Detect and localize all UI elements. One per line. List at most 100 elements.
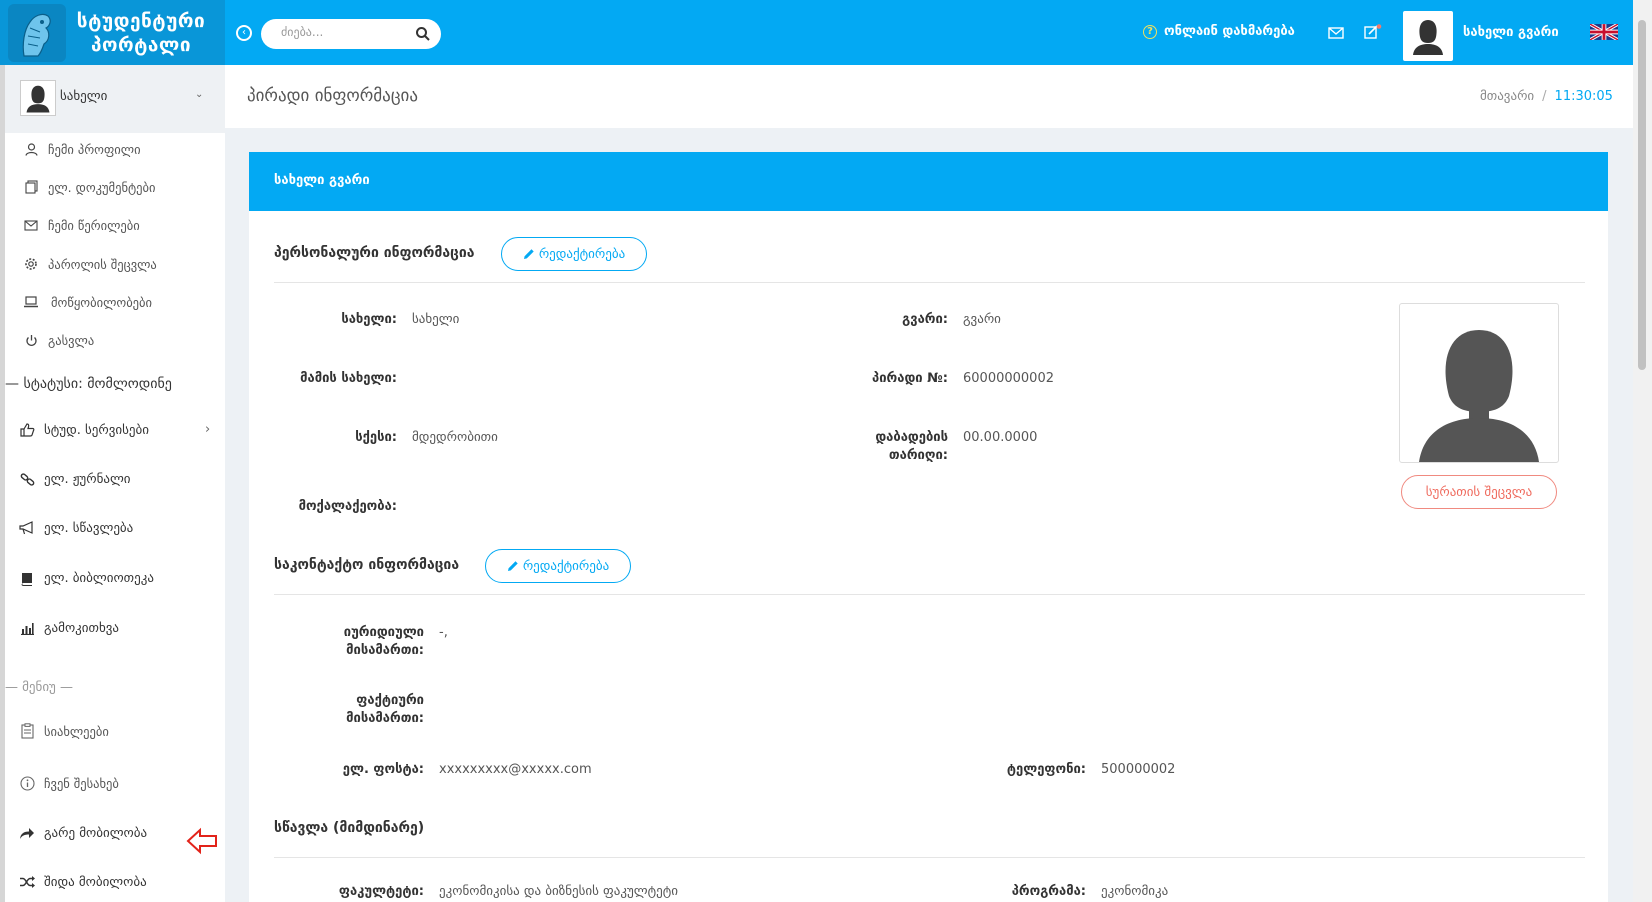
sidebar-item-my-profile[interactable]: ჩემი პროფილი — [23, 141, 141, 157]
legal-address-label-line2: მისამართი: — [346, 643, 424, 658]
edit-notes-icon[interactable] — [1364, 24, 1382, 40]
sidebar-item-messages[interactable]: ჩემი წერილები — [23, 217, 140, 233]
citizenship-label: მოქალაქეობა: — [298, 499, 397, 514]
portal-title-line2: პორტალი — [90, 33, 192, 56]
chevron-right-icon[interactable]: › — [205, 422, 210, 437]
user-icon — [23, 141, 39, 157]
avatar[interactable] — [1403, 11, 1453, 61]
online-help-link[interactable]: ? ონლაინ დახმარება — [1143, 24, 1295, 39]
envelope-icon[interactable] — [1328, 26, 1344, 40]
actual-address-label-line1: ფაქტიური — [356, 693, 424, 708]
sidebar-item-label: ელ. ჟურნალი — [44, 471, 131, 487]
sidebar-item-survey[interactable]: გამოკითხვა — [19, 620, 119, 636]
info-icon — [19, 775, 35, 791]
breadcrumb: მთავარი / 11:30:05 — [1480, 89, 1613, 104]
bar-chart-icon — [19, 620, 35, 636]
sidebar-user-card[interactable]: სახელი ⌄ — [5, 65, 225, 133]
divider — [274, 282, 1585, 283]
birth-date-label-line1: დაბადების — [875, 430, 948, 445]
sidebar-item-label: ჩემი წერილები — [48, 217, 140, 233]
shuffle-icon — [19, 874, 35, 890]
sidebar-item-e-journal[interactable]: ელ. ჟურნალი — [19, 471, 131, 487]
sidebar-item-label: ჩემი პროფილი — [48, 141, 141, 157]
sidebar-item-devices[interactable]: მოწყობილობები — [23, 294, 152, 310]
sidebar-item-external-mobility[interactable]: გარე მობილობა — [19, 825, 147, 841]
profile-photo — [1399, 303, 1559, 463]
sidebar-item-label: ელ. სწავლება — [44, 520, 134, 536]
faculty-label: ფაკულტეტი: — [338, 884, 424, 899]
search-icon[interactable] — [415, 26, 431, 42]
sidebar-toggle-icon[interactable]: ‹ — [236, 25, 252, 41]
page-header — [225, 65, 1633, 128]
sidebar-item-student-services[interactable]: სტუდ. სერვისები — [19, 422, 149, 438]
father-name-label: მამის სახელი: — [300, 371, 397, 386]
user-silhouette-icon — [1413, 20, 1443, 55]
first-name-label: სახელი: — [341, 312, 397, 327]
page-scrollbar[interactable] — [1633, 0, 1652, 902]
email-value: xxxxxxxxx@xxxxx.com — [439, 762, 592, 777]
edit-contact-button[interactable]: რედაქტირება — [485, 549, 631, 583]
scrollbar-thumb[interactable] — [1638, 20, 1646, 370]
sidebar-item-news[interactable]: სიახლეები — [19, 723, 109, 739]
sidebar-item-label: გარე მობილობა — [44, 825, 148, 841]
sidebar-item-internal-mobility[interactable]: შიდა მობილობა — [19, 874, 147, 890]
sidebar-item-e-learning[interactable]: ელ. სწავლება — [19, 520, 133, 536]
sidebar-item-about-us[interactable]: ჩვენ შესახებ — [19, 775, 119, 791]
sidebar-item-label: პაროლის შეცვლა — [48, 256, 157, 272]
personal-info-title: პერსონალური ინფორმაცია — [274, 245, 475, 261]
personal-number-label: პირადი №: — [872, 371, 948, 386]
thumbs-up-icon — [19, 422, 35, 438]
user-silhouette-icon — [26, 85, 50, 113]
portal-logo[interactable]: სტუდენტური პორტალი — [0, 0, 225, 65]
last-name-value: გვარი — [963, 312, 1001, 327]
email-label: ელ. ფოსტა: — [342, 762, 424, 777]
sidebar-item-label: სტუდ. სერვისები — [44, 422, 149, 438]
breadcrumb-home[interactable]: მთავარი — [1480, 89, 1534, 104]
edit-personal-button[interactable]: რედაქტირება — [501, 237, 647, 271]
question-icon: ? — [1143, 24, 1157, 39]
link-icon — [19, 471, 35, 487]
top-navbar: სტუდენტური პორტალი ‹ ? ონლაინ დახმარება … — [0, 0, 1633, 65]
birth-date-label-line2: თარიღი: — [888, 448, 948, 463]
user-silhouette-icon — [1419, 330, 1539, 462]
sidebar-item-label: ელ. ბიბლიოთეკა — [44, 570, 154, 586]
sidebar-item-e-library[interactable]: ელ. ბიბლიოთეკა — [19, 570, 154, 586]
sidebar-item-change-password[interactable]: პაროლის შეცვლა — [23, 256, 157, 272]
sidebar-item-label: გამოკითხვა — [44, 620, 119, 636]
share-icon — [19, 825, 35, 841]
divider — [274, 857, 1585, 858]
pencil-icon — [507, 561, 518, 571]
gear-icon — [23, 256, 39, 272]
divider — [274, 594, 1585, 595]
header-user-name[interactable]: სახელი გვარი — [1463, 25, 1559, 40]
sidebar-item-label: ჩვენ შესახებ — [44, 775, 119, 791]
sidebar-item-logout[interactable]: გასვლა — [23, 332, 94, 348]
english-flag-icon[interactable] — [1590, 24, 1618, 40]
search-input[interactable] — [281, 25, 411, 39]
sidebar-item-documents[interactable]: ელ. დოკუმენტები — [23, 179, 155, 195]
legal-address-value: -, — [439, 625, 448, 640]
gender-label: სქესი: — [355, 430, 397, 445]
sidebar-item-label: სიახლეები — [44, 723, 109, 739]
edit-personal-label: რედაქტირება — [538, 246, 626, 262]
personal-number-value: 60000000002 — [963, 371, 1054, 386]
sidebar-avatar — [20, 80, 56, 116]
card-header-name: სახელი გვარი — [249, 152, 1608, 211]
profile-card: სახელი გვარი — [249, 152, 1608, 902]
edit-contact-label: რედაქტირება — [522, 558, 610, 574]
chevron-down-icon[interactable]: ⌄ — [195, 89, 203, 100]
change-photo-button[interactable]: სურათის შეცვლა — [1401, 475, 1557, 509]
phone-value: 500000002 — [1101, 762, 1176, 777]
faculty-value: ეკონომიკისა და ბიზნესის ფაკულტეტი — [439, 884, 678, 899]
pencil-icon — [523, 249, 534, 259]
portal-title-line1: სტუდენტური — [76, 9, 206, 32]
sidebar-item-label: გასვლა — [48, 332, 95, 348]
sidebar-status: — სტატუსი: მომლოდინე — [5, 376, 172, 392]
book-icon — [19, 570, 35, 586]
menu-heading: — მენიუ — — [5, 680, 73, 695]
breadcrumb-separator: / — [1542, 89, 1547, 104]
program-label: პროგრამა: — [1011, 884, 1086, 899]
red-pointer-arrow-icon — [186, 827, 217, 855]
birth-date-value: 00.00.0000 — [963, 430, 1038, 445]
phone-label: ტელეფონი: — [1006, 762, 1086, 777]
